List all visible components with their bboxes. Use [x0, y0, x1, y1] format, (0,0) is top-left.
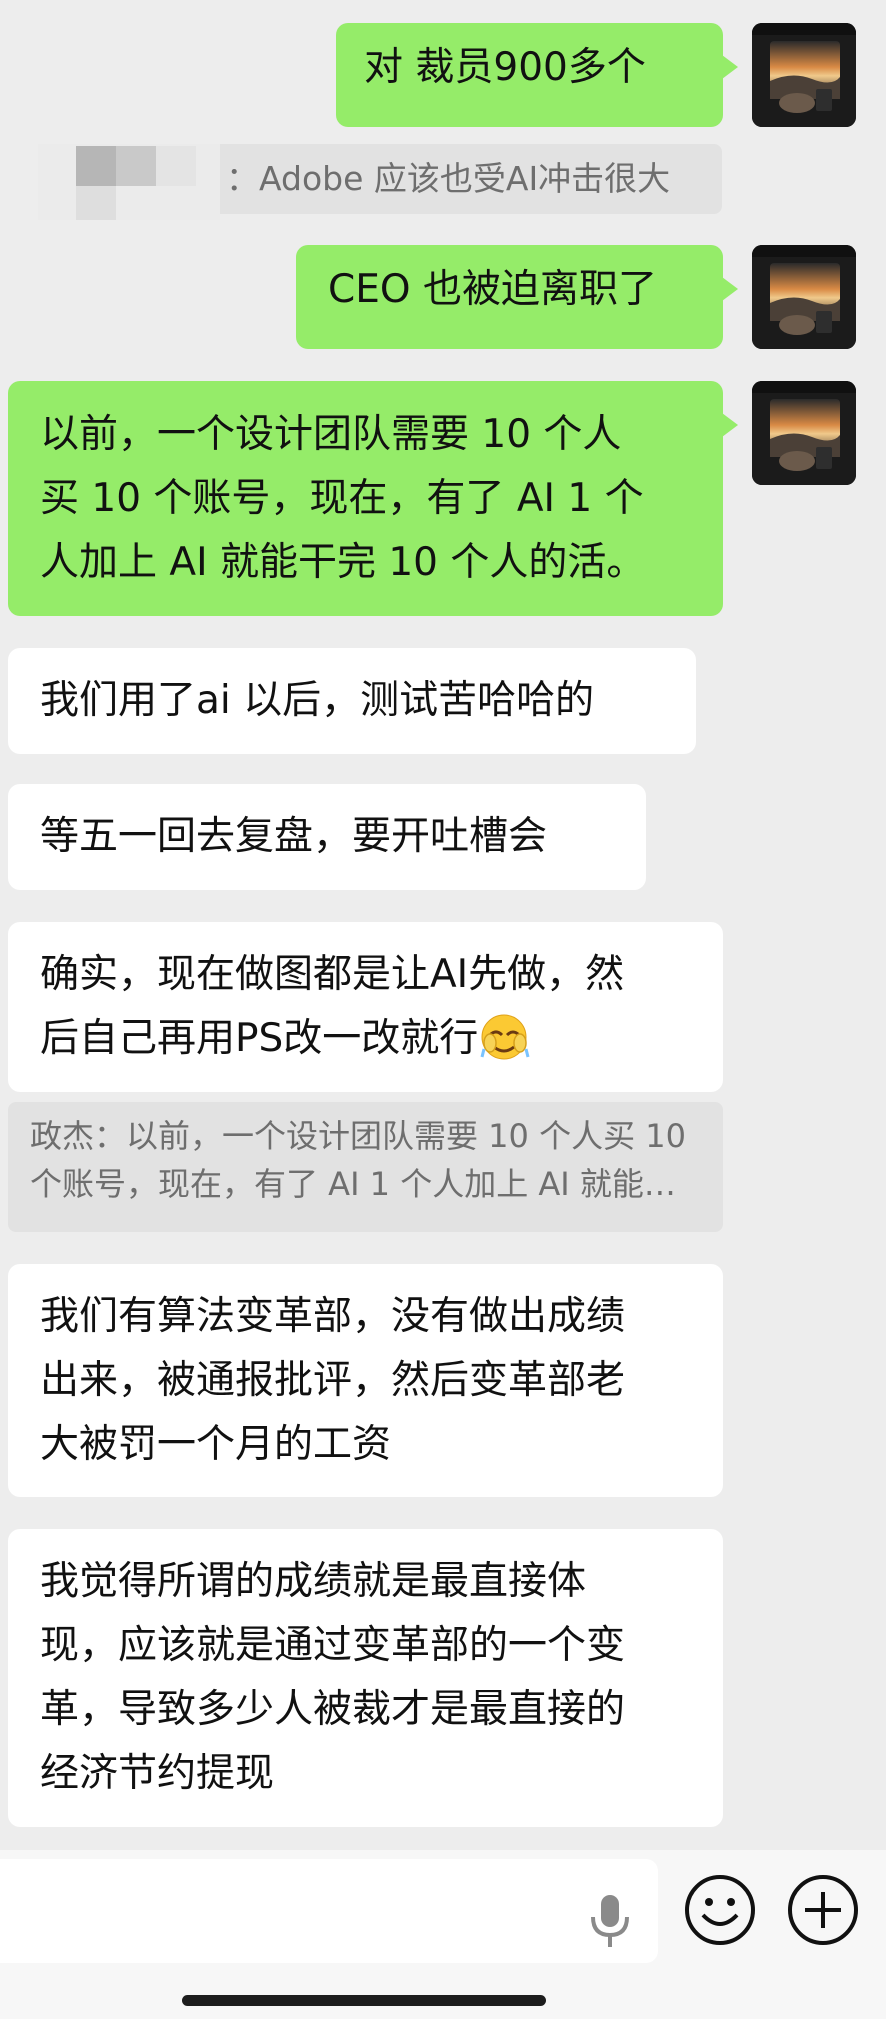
- message-line: 我们有算法变革部，没有做出成绩: [40, 1294, 626, 1339]
- avatar-image: [752, 245, 856, 349]
- received-message-bubble[interactable]: 确实，现在做图都是让AI先做，然 后自己再用PS改一改就行: [8, 922, 723, 1092]
- message-input[interactable]: [0, 1859, 658, 1963]
- message-line: 确实，现在做图都是让AI先做，然: [40, 952, 625, 997]
- message-line: 革，导致多少人被裁才是最直接的: [40, 1687, 626, 1732]
- message-line: 我觉得所谓的成绩就是最直接体: [40, 1559, 587, 1604]
- avatar-image: [752, 23, 856, 127]
- message-line: 现，应该就是通过变革部的一个变: [40, 1623, 626, 1668]
- microphone-icon[interactable]: [588, 1893, 632, 1949]
- received-message-bubble[interactable]: 我们有算法变革部，没有做出成绩 出来，被通报批评，然后变革部老 大被罚一个月的工…: [8, 1264, 723, 1497]
- message-line-text: 后自己再用PS改一改就行: [40, 1016, 479, 1061]
- sent-message-bubble[interactable]: 对 裁员900多个: [336, 23, 738, 127]
- sent-message-bubble[interactable]: 以前，一个设计团队需要 10 个人 买 10 个账号，现在，有了 AI 1 个 …: [8, 381, 738, 616]
- bubble-tail: [722, 55, 738, 79]
- chat-input-bar: [0, 1850, 886, 2019]
- message-text: 我们用了ai 以后，测试苦哈哈的: [40, 678, 595, 723]
- message-text: ：Adobe 应该也受AI冲击很大: [226, 159, 671, 198]
- bubble-tail: [722, 277, 738, 301]
- my-avatar[interactable]: [752, 381, 856, 485]
- emoji-icon[interactable]: [683, 1873, 757, 1947]
- message-text: 等五一回去复盘，要开吐槽会: [40, 814, 548, 859]
- my-avatar[interactable]: [752, 23, 856, 127]
- message-text: 对 裁员900多个: [364, 45, 646, 90]
- message-line: 买 10 个账号，现在，有了 AI 1 个: [40, 476, 644, 521]
- message-line: 人加上 AI 就能干完 10 个人的活。: [40, 540, 646, 585]
- message-line: 出来，被通报批评，然后变革部老: [40, 1358, 626, 1403]
- avatar-image: [752, 381, 856, 485]
- home-indicator[interactable]: [182, 1995, 546, 2006]
- message-list[interactable]: 对 裁员900多个 ：Adobe 应该也受AI冲击很大 CEO 也被迫离职了 以…: [0, 0, 886, 1850]
- received-message-bubble[interactable]: 等五一回去复盘，要开吐槽会: [8, 784, 646, 890]
- quote-text: 政杰：以前，一个设计团队需要 10 个人买 10 个账号，现在，有了 AI 1 …: [30, 1117, 686, 1203]
- message-text: CEO 也被迫离职了: [328, 267, 657, 312]
- message-line: 经济节约提现: [40, 1751, 275, 1796]
- facepalm-emoji-icon: [480, 1014, 530, 1060]
- reply-quote[interactable]: 政杰：以前，一个设计团队需要 10 个人买 10 个账号，现在，有了 AI 1 …: [8, 1102, 723, 1232]
- received-message-bubble[interactable]: 我们用了ai 以后，测试苦哈哈的: [8, 648, 696, 754]
- redacted-sender-name: [38, 144, 220, 220]
- message-line: 以前，一个设计团队需要 10 个人: [40, 412, 622, 457]
- my-avatar[interactable]: [752, 245, 856, 349]
- sent-message-bubble[interactable]: CEO 也被迫离职了: [296, 245, 738, 349]
- message-line: 大被罚一个月的工资: [40, 1422, 392, 1467]
- plus-icon[interactable]: [786, 1873, 860, 1947]
- received-message-bubble[interactable]: 我觉得所谓的成绩就是最直接体 现，应该就是通过变革部的一个变 革，导致多少人被裁…: [8, 1529, 723, 1827]
- bubble-tail: [722, 413, 738, 437]
- message-line: 后自己再用PS改一改就行: [40, 1007, 691, 1071]
